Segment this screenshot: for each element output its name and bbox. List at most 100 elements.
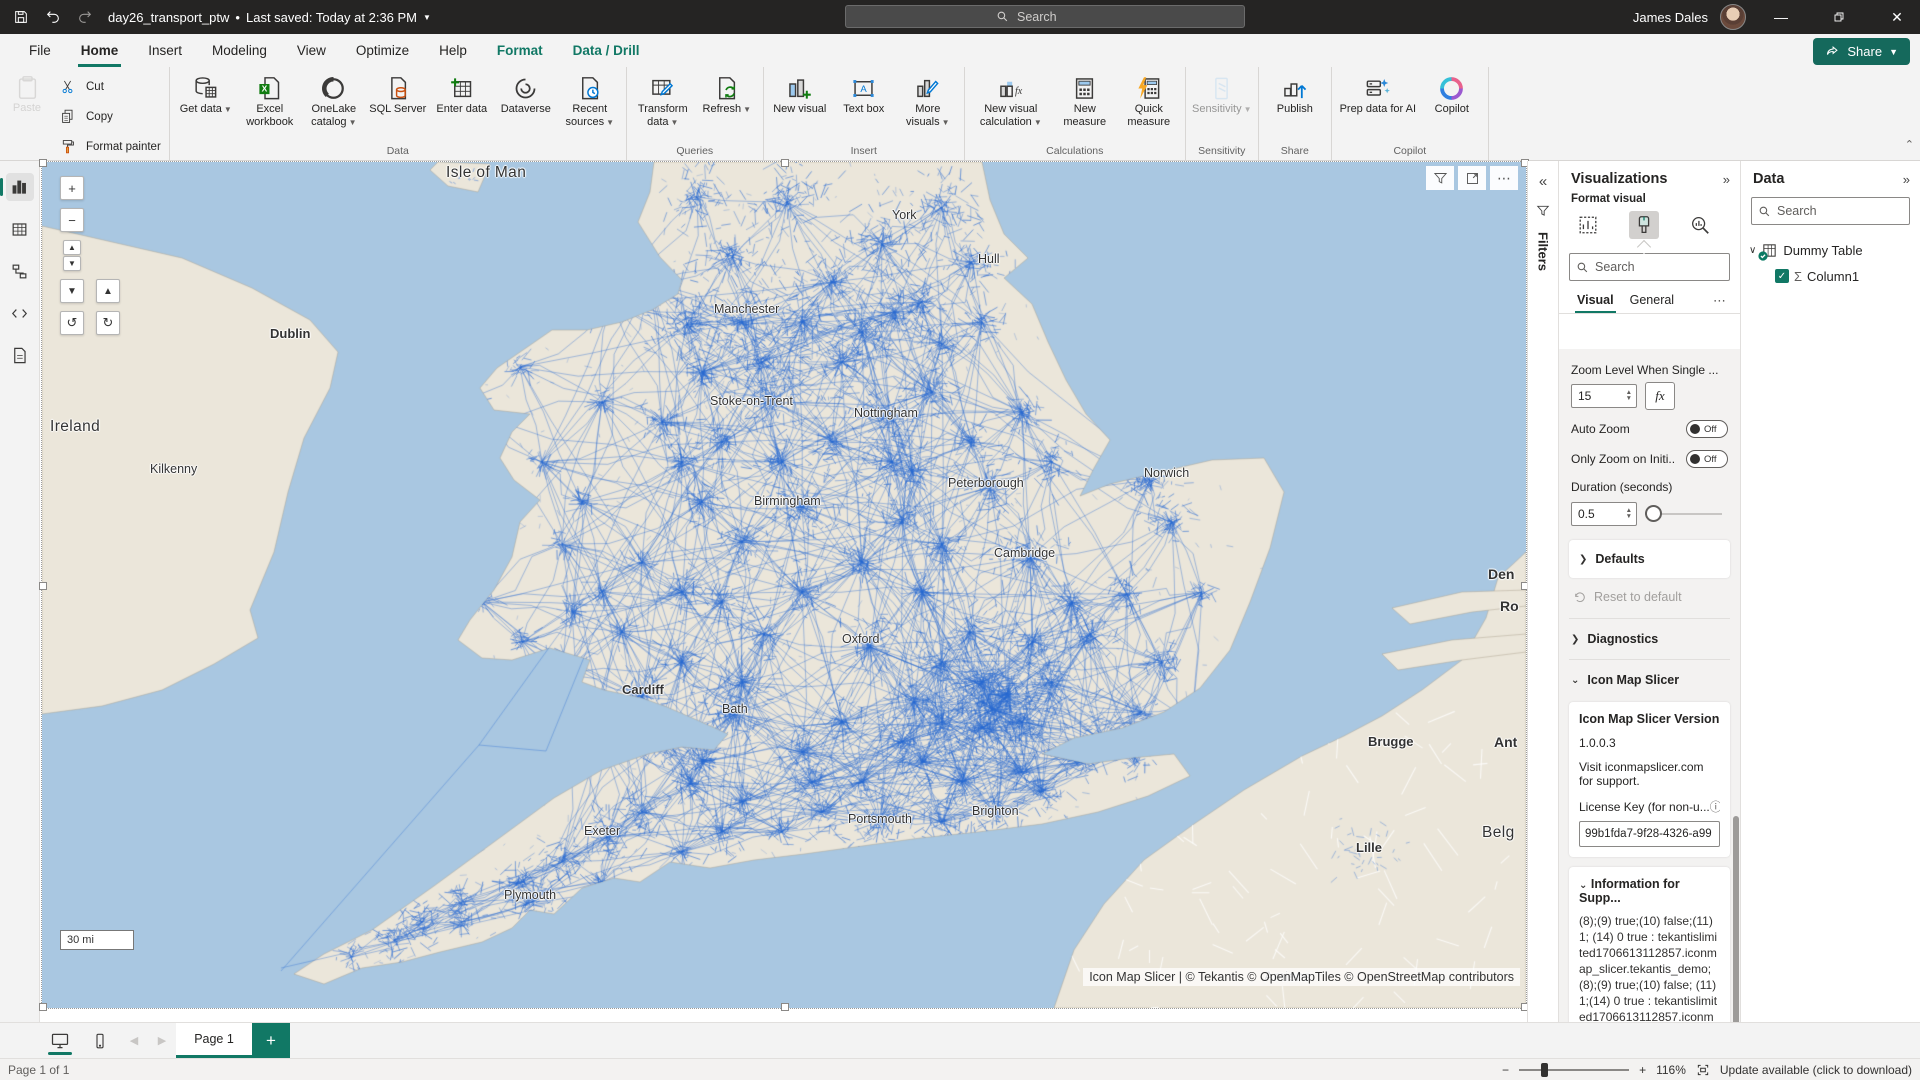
field-column1[interactable]: ✓ Σ Column1 [1749,263,1912,289]
document-title[interactable]: day26_transport_ptw • Last saved: Today … [108,10,431,25]
icon-map-slicer-visual[interactable]: Isle of ManYorkHullManchesterDublinStoke… [41,161,1527,1009]
stepper-arrows[interactable]: ▲▼ [1626,508,1636,520]
menu-tab-modeling[interactable]: Modeling [197,34,282,67]
global-search-input[interactable]: Search [845,5,1245,28]
resize-handle[interactable] [39,582,47,590]
share-button[interactable]: Share ▼ [1813,38,1910,65]
ribbon-button-refresh[interactable]: Refresh▼ [695,70,759,120]
zoom-in-button[interactable]: + [60,176,84,200]
license-key-input[interactable]: 99b1fda7-9f28-4326-a99 [1579,821,1720,847]
next-page-icon[interactable]: ▶ [148,1023,176,1058]
rotate-left-button[interactable]: ↺ [60,311,84,335]
defaults-section[interactable]: ❯Defaults [1569,540,1730,578]
info-icon[interactable]: ⓘ [1710,798,1720,815]
fx-button[interactable]: fx [1645,382,1675,410]
only-zoom-toggle[interactable]: Off [1686,450,1728,468]
filters-pane-label[interactable]: Filters [1536,232,1551,271]
auto-zoom-toggle[interactable]: Off [1686,420,1728,438]
desktop-layout-icon[interactable] [40,1023,80,1058]
analytics-icon[interactable] [1685,211,1715,239]
close-button[interactable]: ✕ [1874,0,1920,34]
icon-map-slicer-section[interactable]: ⌄Icon Map Slicer [1569,659,1730,700]
ribbon-button-text-box[interactable]: AText box [832,70,896,119]
ribbon-button-excel-workbook[interactable]: XExcel workbook [238,70,302,131]
menu-tab-format[interactable]: Format [482,34,558,67]
redo-icon[interactable] [76,8,94,26]
avatar[interactable] [1720,4,1746,30]
stepper-arrows[interactable]: ▲▼ [1626,390,1636,402]
zoom-out-button[interactable]: − [60,208,84,232]
pan-up-button[interactable]: ▲ [63,240,81,255]
rotate-right-button[interactable]: ↻ [96,311,120,335]
scrollbar-thumb[interactable] [1733,816,1739,1035]
menu-tab-view[interactable]: View [282,34,341,67]
diagnostics-section[interactable]: ❯Diagnostics [1569,618,1730,659]
ribbon-button-new-visual[interactable]: New visual [768,70,832,119]
collapse-data-icon[interactable]: » [1903,172,1910,187]
ribbon-button-copilot[interactable]: Copilot [1420,70,1484,119]
menu-tab-insert[interactable]: Insert [133,34,197,67]
ribbon-button-prep-data-for-ai[interactable]: Prep data for AI [1336,70,1420,119]
zoom-out-icon[interactable]: − [1502,1063,1509,1077]
resize-handle[interactable] [39,1003,47,1011]
ribbon-button-cut[interactable]: Cut [50,72,165,101]
tab-visual[interactable]: Visual [1571,289,1620,313]
new-page-button[interactable]: + [252,1023,290,1058]
checked-checkbox-icon[interactable]: ✓ [1775,269,1789,283]
menu-tab-optimize[interactable]: Optimize [341,34,424,67]
duration-input[interactable]: 0.5▲▼ [1571,502,1637,526]
collapse-visualizations-icon[interactable]: » [1723,172,1730,187]
rail-dax-query-view[interactable] [6,299,34,327]
slider-knob[interactable] [1645,505,1662,522]
menu-tab-home[interactable]: Home [66,34,134,67]
format-search-input[interactable]: Search [1569,253,1730,281]
ribbon-button-new-measure[interactable]: New measure [1053,70,1117,131]
zoom-level-input[interactable]: 15▲▼ [1571,384,1637,408]
tab-general[interactable]: General [1624,289,1680,313]
information-header[interactable]: ⌄ Information for Supp... [1579,877,1720,905]
zoom-slider-thumb[interactable] [1541,1063,1548,1077]
restore-button[interactable] [1816,0,1862,34]
ribbon-button-recent-sources[interactable]: Recent sources▼ [558,70,622,132]
expand-filters-icon[interactable]: « [1539,173,1547,190]
ribbon-button-quick-measure[interactable]: Quick measure [1117,70,1181,131]
ribbon-button-copy[interactable]: Copy [50,102,165,131]
save-icon[interactable] [12,8,30,26]
tilt-down-button[interactable]: ▼ [60,279,84,303]
undo-icon[interactable] [44,8,62,26]
ribbon-button-sql-server[interactable]: SQL Server [366,70,430,119]
data-search-input[interactable]: Search [1751,197,1910,225]
ribbon-button-onelake-catalog[interactable]: OneLake catalog▼ [302,70,366,132]
page-tab[interactable]: Page 1 [176,1023,252,1058]
ribbon-button-paste[interactable]: Paste [4,70,50,118]
build-visual-icon[interactable] [1573,211,1603,239]
chevron-down-icon[interactable]: ∨ [1749,245,1756,256]
ribbon-button-sensitivity[interactable]: Sensitivity▼ [1190,70,1254,120]
minimize-button[interactable]: — [1758,0,1804,34]
resize-handle[interactable] [781,1003,789,1011]
reset-to-default[interactable]: Reset to default [1573,590,1728,604]
tilt-up-button[interactable]: ▲ [96,279,120,303]
update-available-link[interactable]: Update available (click to download) [1720,1063,1912,1077]
fit-to-page-icon[interactable] [1696,1063,1710,1077]
rail-report-view[interactable] [6,173,34,201]
pan-down-button[interactable]: ▼ [63,256,81,271]
resize-handle[interactable] [39,159,47,167]
map-canvas[interactable] [42,162,1526,1008]
ribbon-button-enter-data[interactable]: Enter data [430,70,494,119]
ribbon-button-more-visuals[interactable]: More visuals▼ [896,70,960,132]
ribbon-button-get-data[interactable]: Get data▼ [174,70,238,120]
previous-page-icon[interactable]: ◀ [120,1023,148,1058]
mobile-layout-icon[interactable] [80,1023,120,1058]
resize-handle[interactable] [781,159,789,167]
menu-tab-data-drill[interactable]: Data / Drill [558,34,655,67]
tabs-more-icon[interactable]: ⋯ [1713,293,1730,309]
ribbon-button-new-visual-calculation[interactable]: fxNew visual calculation▼ [969,70,1053,132]
more-options-icon[interactable]: ⋯ [1490,166,1518,190]
focus-mode-icon[interactable] [1458,166,1486,190]
ribbon-button-transform-data[interactable]: Transform data▼ [631,70,695,132]
zoom-in-icon[interactable]: + [1639,1063,1646,1077]
collapse-ribbon-icon[interactable]: ⌃ [1905,138,1914,151]
menu-tab-file[interactable]: File [14,34,66,67]
rail-tmdl-view[interactable] [6,341,34,369]
